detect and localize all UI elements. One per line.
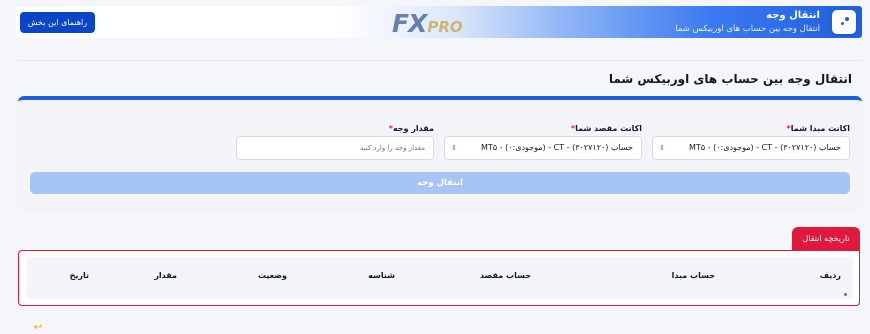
- divider: [18, 60, 862, 61]
- column-id: شناسه: [368, 271, 395, 280]
- column-amount: مقدار: [154, 271, 177, 280]
- history-table: ردیف حساب مبدا حساب مقصد شناسه وضعیت مقد…: [18, 250, 860, 306]
- column-date: تاریخ: [69, 271, 89, 280]
- dest-account-select[interactable]: حساب (۳۰۲۷۱۲۰) - CT - (موجودی:۰) - MT۵ ⇕: [444, 136, 642, 160]
- dest-account-label: اکانت مقصد شما*: [570, 124, 642, 133]
- amount-label: مقدار وجه*: [388, 124, 434, 133]
- page-title: انتقال وجه بین حساب های اوربیکس شما: [608, 72, 852, 86]
- header-subtitle: انتقال وجه بین حساب های اوربیکس شما: [675, 24, 820, 34]
- empty-indicator: [844, 293, 847, 296]
- column-source-account: حساب مبدا: [671, 271, 715, 280]
- transfer-form: اکانت مبدا شما* حساب (۳۰۲۷۱۲۰) - CT - (م…: [18, 96, 862, 212]
- history-table-header: ردیف حساب مبدا حساب مقصد شناسه وضعیت مقد…: [27, 257, 853, 299]
- chevron-updown-icon: ⇕: [659, 144, 665, 152]
- header-banner: انتقال وجه انتقال وجه بین حساب های اوربی…: [16, 6, 862, 38]
- chevron-updown-icon: ⇕: [451, 144, 457, 152]
- source-account-label: اکانت مبدا شما*: [786, 124, 850, 133]
- header-title: انتقال وجه: [766, 10, 820, 21]
- source-account-select[interactable]: حساب (۳۰۲۷۱۲۰) - CT - (موجودی:۰) - MT۵ ⇕: [652, 136, 850, 160]
- tab-transfer-history[interactable]: تاریخچه انتقال: [792, 227, 860, 251]
- guide-button[interactable]: راهنمای این بخش: [20, 12, 95, 33]
- transfer-icon: [832, 10, 856, 34]
- support-icon[interactable]: ↩: [30, 322, 42, 334]
- amount-input[interactable]: [236, 136, 434, 160]
- column-row-number: ردیف: [819, 271, 841, 280]
- brand-logo: FXPRO: [392, 9, 463, 38]
- column-dest-account: حساب مقصد: [480, 271, 531, 280]
- column-status: وضعیت: [258, 271, 287, 280]
- submit-transfer-button[interactable]: انتقال وجه: [30, 172, 850, 194]
